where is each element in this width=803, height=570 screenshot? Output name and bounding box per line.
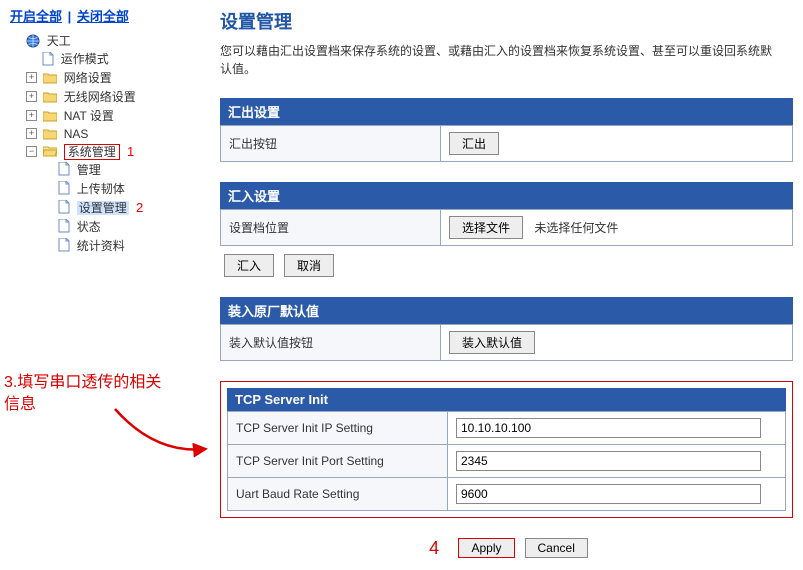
folder-icon [43,91,57,103]
tree-nat[interactable]: NAT 设置 [64,109,114,123]
tree-upload-fw[interactable]: 上传韧体 [77,182,125,196]
import-cancel-button[interactable]: 取消 [284,254,334,277]
nav-tree: 天工 运作模式 + 网络设置 + [10,31,190,257]
export-button[interactable]: 汇出 [449,132,499,155]
folder-icon [43,72,57,84]
footer-buttons: 4 Apply Cancel [220,530,793,559]
folder-icon [43,128,57,140]
tcp-ip-input[interactable] [456,418,761,438]
export-heading: 汇出设置 [220,98,793,125]
annotation-4: 4 [429,538,439,558]
tree-sys-mgmt[interactable]: 系统管理 [64,144,120,160]
tree-op-mode[interactable]: 运作模式 [61,52,109,66]
page-icon [58,162,70,176]
export-panel: 汇出设置 汇出按钮 汇出 [220,98,793,162]
tcp-port-input[interactable] [456,451,761,471]
tree-wireless[interactable]: 无线网络设置 [64,90,136,104]
import-heading: 汇入设置 [220,182,793,209]
page-icon [58,200,70,214]
tcp-baud-input[interactable] [456,484,761,504]
page-icon [58,238,70,252]
expand-toggle[interactable]: + [26,91,37,102]
choose-file-button[interactable]: 选择文件 [449,216,523,239]
tcp-ip-label: TCP Server Init IP Setting [228,412,448,445]
page-icon [58,219,70,233]
tree-net[interactable]: 网络设置 [64,71,112,85]
tree-settings-mgmt[interactable]: 设置管理 [77,201,129,215]
folder-icon [43,110,57,122]
expand-toggle[interactable]: + [26,110,37,121]
tree-nas[interactable]: NAS [64,127,89,141]
page-description: 您可以藉由汇出设置档来保存系统的设置、或藉由汇入的设置档来恢复系统设置、甚至可以… [220,42,780,78]
tcp-port-label: TCP Server Init Port Setting [228,445,448,478]
tree-controls: 开启全部 | 关闭全部 [10,6,190,25]
factory-panel: 装入原厂默认值 装入默认值按钮 装入默认值 [220,297,793,361]
import-panel: 汇入设置 设置档位置 选择文件 未选择任何文件 汇入 取消 [220,182,793,277]
tcp-highlight-box: TCP Server Init TCP Server Init IP Setti… [220,381,793,518]
collapse-toggle[interactable]: − [26,146,37,157]
load-defaults-button[interactable]: 装入默认值 [449,331,535,354]
page-icon [58,181,70,195]
cancel-button[interactable]: Cancel [525,538,588,558]
page-icon [42,52,54,66]
expand-toggle[interactable]: + [26,72,37,83]
tcp-heading: TCP Server Init [227,388,786,411]
factory-label: 装入默认值按钮 [221,325,441,361]
close-all-link[interactable]: 关闭全部 [77,9,129,24]
factory-heading: 装入原厂默认值 [220,297,793,324]
tcp-baud-label: Uart Baud Rate Setting [228,478,448,511]
tree-stats[interactable]: 统计资料 [77,239,125,253]
import-button[interactable]: 汇入 [224,254,274,277]
export-label: 汇出按钮 [221,126,441,162]
apply-button[interactable]: Apply [458,538,514,558]
import-file-label: 设置档位置 [221,210,441,246]
separator: | [68,9,72,24]
annotation-1: 1 [127,144,134,159]
open-all-link[interactable]: 开启全部 [10,9,62,24]
folder-open-icon [43,145,57,157]
annotation-2: 2 [136,200,143,215]
tree-mgmt[interactable]: 管理 [77,163,101,177]
tcp-panel: TCP Server Init TCP Server Init IP Setti… [227,388,786,511]
annotation-3-text: 3.填写串口透传的相关信息 [4,372,164,415]
tree-status[interactable]: 状态 [77,220,101,234]
globe-icon [26,34,40,48]
expand-toggle[interactable]: + [26,128,37,139]
tree-root[interactable]: 天工 [47,34,71,48]
page-title: 设置管理 [220,8,793,34]
no-file-text: 未选择任何文件 [534,221,618,235]
